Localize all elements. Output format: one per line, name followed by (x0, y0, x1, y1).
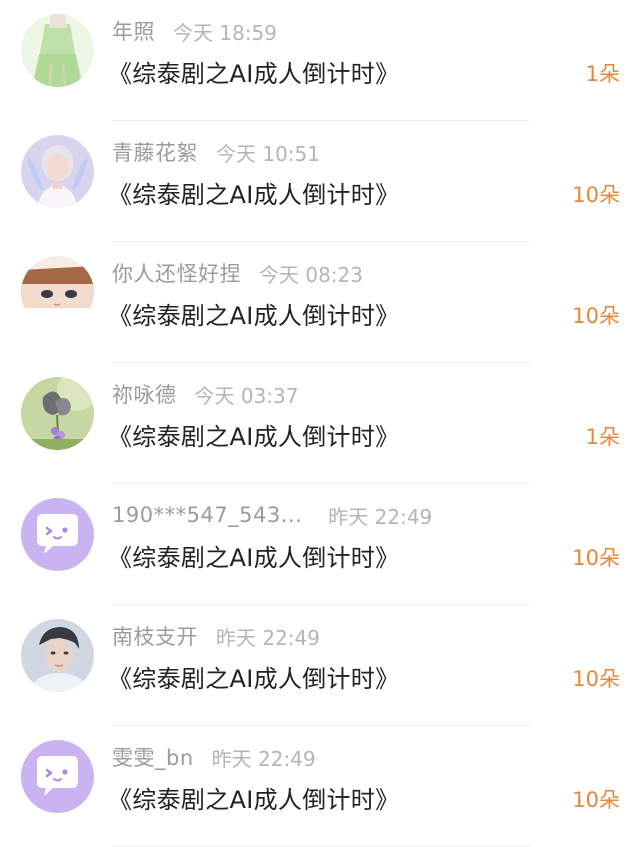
gift-record-item[interactable]: 祢咏德 今天 03:37 《综泰剧之AI成人倒计时》 1朵 (0, 363, 640, 484)
timestamp: 今天 18:59 (173, 20, 277, 45)
book-title[interactable]: 《综泰剧之AI成人倒计时》 (108, 538, 399, 573)
timestamp: 昨天 22:49 (211, 746, 316, 771)
book-title[interactable]: 《综泰剧之AI成人倒计时》 (108, 659, 399, 694)
user-name[interactable]: 青藤花絮 (112, 137, 198, 167)
gift-record-item[interactable]: 你人还怪好捏 今天 08:23 《综泰剧之AI成人倒计时》 10朵 (0, 242, 640, 363)
gift-record-item[interactable]: 年照 今天 18:59 《综泰剧之AI成人倒计时》 1朵 (0, 0, 640, 121)
green-dress-photo (21, 14, 94, 87)
timestamp: 今天 08:23 (259, 262, 363, 287)
flower-count: 1朵 (585, 62, 620, 86)
avatar[interactable] (21, 740, 94, 813)
avatar[interactable] (21, 619, 94, 692)
user-name[interactable]: 南枝支开 (112, 621, 198, 651)
book-title[interactable]: 《综泰剧之AI成人倒计时》 (108, 54, 399, 89)
flower-count: 10朵 (572, 183, 620, 207)
book-title[interactable]: 《综泰剧之AI成人倒计时》 (108, 780, 399, 815)
book-title[interactable]: 《综泰剧之AI成人倒计时》 (108, 296, 399, 331)
user-name[interactable]: 你人还怪好捏 (112, 258, 241, 288)
man-portrait-photo (21, 619, 94, 692)
avatar[interactable] (21, 135, 94, 208)
flower-count: 10朵 (572, 546, 620, 570)
timestamp: 今天 10:51 (216, 141, 320, 166)
timestamp: 昨天 22:49 (216, 625, 320, 650)
gift-record-item[interactable]: 雯雯_bn 昨天 22:49 《综泰剧之AI成人倒计时》 10朵 (0, 726, 640, 847)
butterfly-flower-photo (21, 377, 94, 450)
flower-count: 10朵 (572, 304, 620, 328)
flower-count: 10朵 (572, 667, 620, 691)
user-name[interactable]: 年照 (112, 16, 155, 46)
book-title[interactable]: 《综泰剧之AI成人倒计时》 (108, 417, 399, 452)
fairy-portrait-photo (21, 135, 94, 208)
flower-count: 1朵 (585, 425, 620, 449)
anime-boy-photo (21, 256, 94, 329)
gift-record-item[interactable]: 190***547_543... 昨天 22:49 《综泰剧之AI成人倒计时》 … (0, 484, 640, 605)
default-chat-bubble-icon (21, 740, 94, 813)
book-title[interactable]: 《综泰剧之AI成人倒计时》 (108, 175, 399, 210)
avatar[interactable] (21, 377, 94, 450)
gift-record-item[interactable]: 南枝支开 昨天 22:49 《综泰剧之AI成人倒计时》 10朵 (0, 605, 640, 726)
flower-count: 10朵 (572, 788, 620, 812)
user-name[interactable]: 雯雯_bn (112, 742, 194, 772)
timestamp: 今天 03:37 (194, 383, 299, 408)
avatar[interactable] (21, 498, 94, 571)
avatar[interactable] (21, 256, 94, 329)
user-name[interactable]: 190***547_543... (112, 503, 302, 527)
default-chat-bubble-icon (21, 498, 94, 571)
avatar[interactable] (21, 14, 94, 87)
user-name[interactable]: 祢咏德 (112, 379, 177, 409)
gift-record-list: 年照 今天 18:59 《综泰剧之AI成人倒计时》 1朵 青藤花絮 今天 10:… (0, 0, 640, 847)
timestamp: 昨天 22:49 (328, 504, 433, 529)
gift-record-item[interactable]: 青藤花絮 今天 10:51 《综泰剧之AI成人倒计时》 10朵 (0, 121, 640, 242)
